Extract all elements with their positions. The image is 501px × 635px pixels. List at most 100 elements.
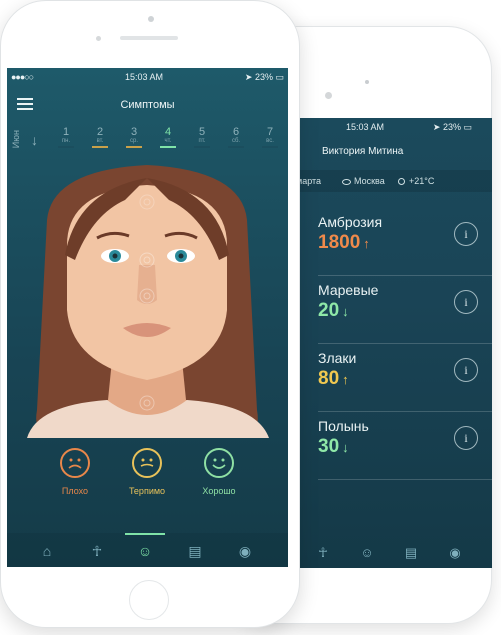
day-7[interactable]: 7 вс.	[255, 126, 285, 148]
day-5[interactable]: 5 пт.	[187, 126, 217, 148]
pollen-name: Злаки	[318, 350, 357, 366]
month-label: Июн	[11, 130, 21, 149]
day-4[interactable]: 4 чт.	[153, 126, 183, 148]
city-label: Москва	[342, 176, 385, 186]
back-status-bar: 15:03 AM ➤ 23% ▭	[296, 118, 492, 136]
pollen-item[interactable]: Маревые 20 ↓ i	[296, 282, 492, 350]
signal-icon: ●●●○○	[11, 72, 34, 82]
user-name: Виктория Митина	[322, 146, 404, 157]
chat-icon[interactable]: ▤	[187, 543, 203, 559]
pollen-item[interactable]: Амброзия 1800 ↑ i	[296, 214, 492, 282]
day-indicator	[194, 146, 210, 148]
temperature-label: +21°C	[398, 176, 434, 186]
city-text: Москва	[354, 176, 385, 186]
day-number: 2	[96, 126, 104, 138]
day-2[interactable]: 2 вт.	[85, 126, 115, 148]
status-battery: ➤ 23% ▭	[433, 122, 472, 133]
arrow-down-icon: ↓	[342, 440, 349, 455]
pollen-item[interactable]: Злаки 80 ↑ i	[296, 350, 492, 418]
pollen-value: 20 ↓	[318, 300, 349, 322]
day-of-week: пн.	[61, 138, 71, 144]
day-of-week: вт.	[96, 138, 104, 144]
front-sensor	[96, 36, 101, 41]
day-indicator	[92, 146, 108, 148]
back-tab-bar: ☥ ☺ ▤ ◉	[296, 538, 492, 568]
neutral-face-icon	[132, 448, 162, 478]
divider	[318, 479, 492, 480]
back-phone-sensor	[325, 92, 332, 99]
front-status-bar: ●●●○○ 15:03 AM ➤ 23% ▭	[7, 68, 288, 86]
pollen-name: Маревые	[318, 282, 379, 298]
sun-icon	[398, 178, 405, 186]
rating-label: Плохо	[61, 486, 89, 496]
home-button[interactable]	[129, 580, 169, 620]
pollen-value-number: 80	[318, 368, 340, 389]
day-of-week: вс.	[266, 138, 274, 144]
home-icon[interactable]: ⌂	[39, 543, 55, 559]
pollen-value: 80 ↑	[318, 368, 349, 390]
day-indicator	[228, 146, 244, 148]
info-icon[interactable]: i	[454, 426, 478, 450]
battery-percent: 23%	[442, 122, 461, 132]
divider	[318, 275, 492, 276]
battery-percent: 23%	[254, 72, 273, 82]
divider	[318, 411, 492, 412]
face-illustration	[27, 165, 269, 438]
pollen-value-number: 30	[318, 436, 340, 457]
pollen-value: 1800 ↑	[318, 232, 370, 254]
info-icon[interactable]: i	[454, 358, 478, 382]
rating-sad[interactable]: Плохо	[35, 448, 115, 496]
day-of-week: сб.	[231, 138, 241, 144]
person-icon[interactable]: ☥	[89, 543, 105, 559]
sad-face-icon	[60, 448, 90, 478]
day-1[interactable]: 1 пн.	[51, 126, 81, 148]
front-tab-bar: ⌂ ☥ ☺ ▤ ◉	[7, 533, 288, 567]
temperature-text: +21°C	[409, 176, 435, 186]
arrow-up-icon: ↑	[363, 236, 370, 251]
day-selector: Июн ↓ 1 пн. 2 вт. 3 ср. 4 чт. 5 пт. 6 сб. 7 вс.	[7, 124, 288, 160]
rating-neutral[interactable]: Терпимо	[107, 448, 187, 496]
info-icon[interactable]: i	[454, 290, 478, 314]
rating-label: Хорошо	[202, 486, 236, 496]
rating-happy[interactable]: Хорошо	[179, 448, 259, 496]
divider	[318, 343, 492, 344]
day-number: 7	[266, 126, 274, 138]
info-bar: марта Москва +21°C	[296, 170, 492, 192]
arrow-down-icon: ↓	[342, 304, 349, 319]
pollen-item[interactable]: Полынь 30 ↓ i	[296, 418, 492, 486]
pollen-name: Амброзия	[318, 214, 383, 230]
status-time: 15:03 AM	[125, 72, 164, 82]
front-camera	[148, 16, 154, 22]
day-of-week: чт.	[164, 138, 172, 144]
status-time: 15:03 AM	[346, 122, 385, 132]
front-phone-screen: ●●●○○ 15:03 AM ➤ 23% ▭ Симптомы Июн ↓ 1п…	[7, 68, 288, 567]
day-indicator	[160, 146, 176, 148]
day-indicator	[262, 146, 278, 148]
day-of-week: ср.	[129, 138, 138, 144]
front-speaker	[120, 36, 178, 40]
info-icon[interactable]: i	[454, 222, 478, 246]
back-phone-screen: 15:03 AM ➤ 23% ▭ Виктория Митина марта М…	[296, 118, 492, 568]
day-of-week: пт.	[198, 138, 206, 144]
face-icon[interactable]: ☺	[360, 546, 374, 560]
day-number: 4	[164, 126, 172, 138]
day-3[interactable]: 3 ср.	[119, 126, 149, 148]
day-6[interactable]: 6 сб.	[221, 126, 251, 148]
face-icon[interactable]: ☺	[137, 543, 153, 559]
pollen-name: Полынь	[318, 418, 369, 434]
location-icon[interactable]: ◉	[448, 546, 462, 560]
arrow-down-icon[interactable]: ↓	[31, 132, 38, 148]
right-pupil	[178, 253, 184, 259]
page-title: Симптомы	[120, 99, 175, 111]
pollen-value: 30 ↓	[318, 436, 349, 458]
pollen-value-number: 20	[318, 300, 340, 321]
day-number: 3	[130, 126, 138, 138]
day-number: 5	[198, 126, 206, 138]
person-icon[interactable]: ☥	[316, 546, 330, 560]
arrow-up-icon: ↑	[342, 372, 349, 387]
location-icon[interactable]: ◉	[237, 543, 253, 559]
chat-icon[interactable]: ▤	[404, 546, 418, 560]
day-indicator	[126, 146, 142, 148]
day-number: 6	[232, 126, 240, 138]
left-pupil	[112, 253, 118, 259]
